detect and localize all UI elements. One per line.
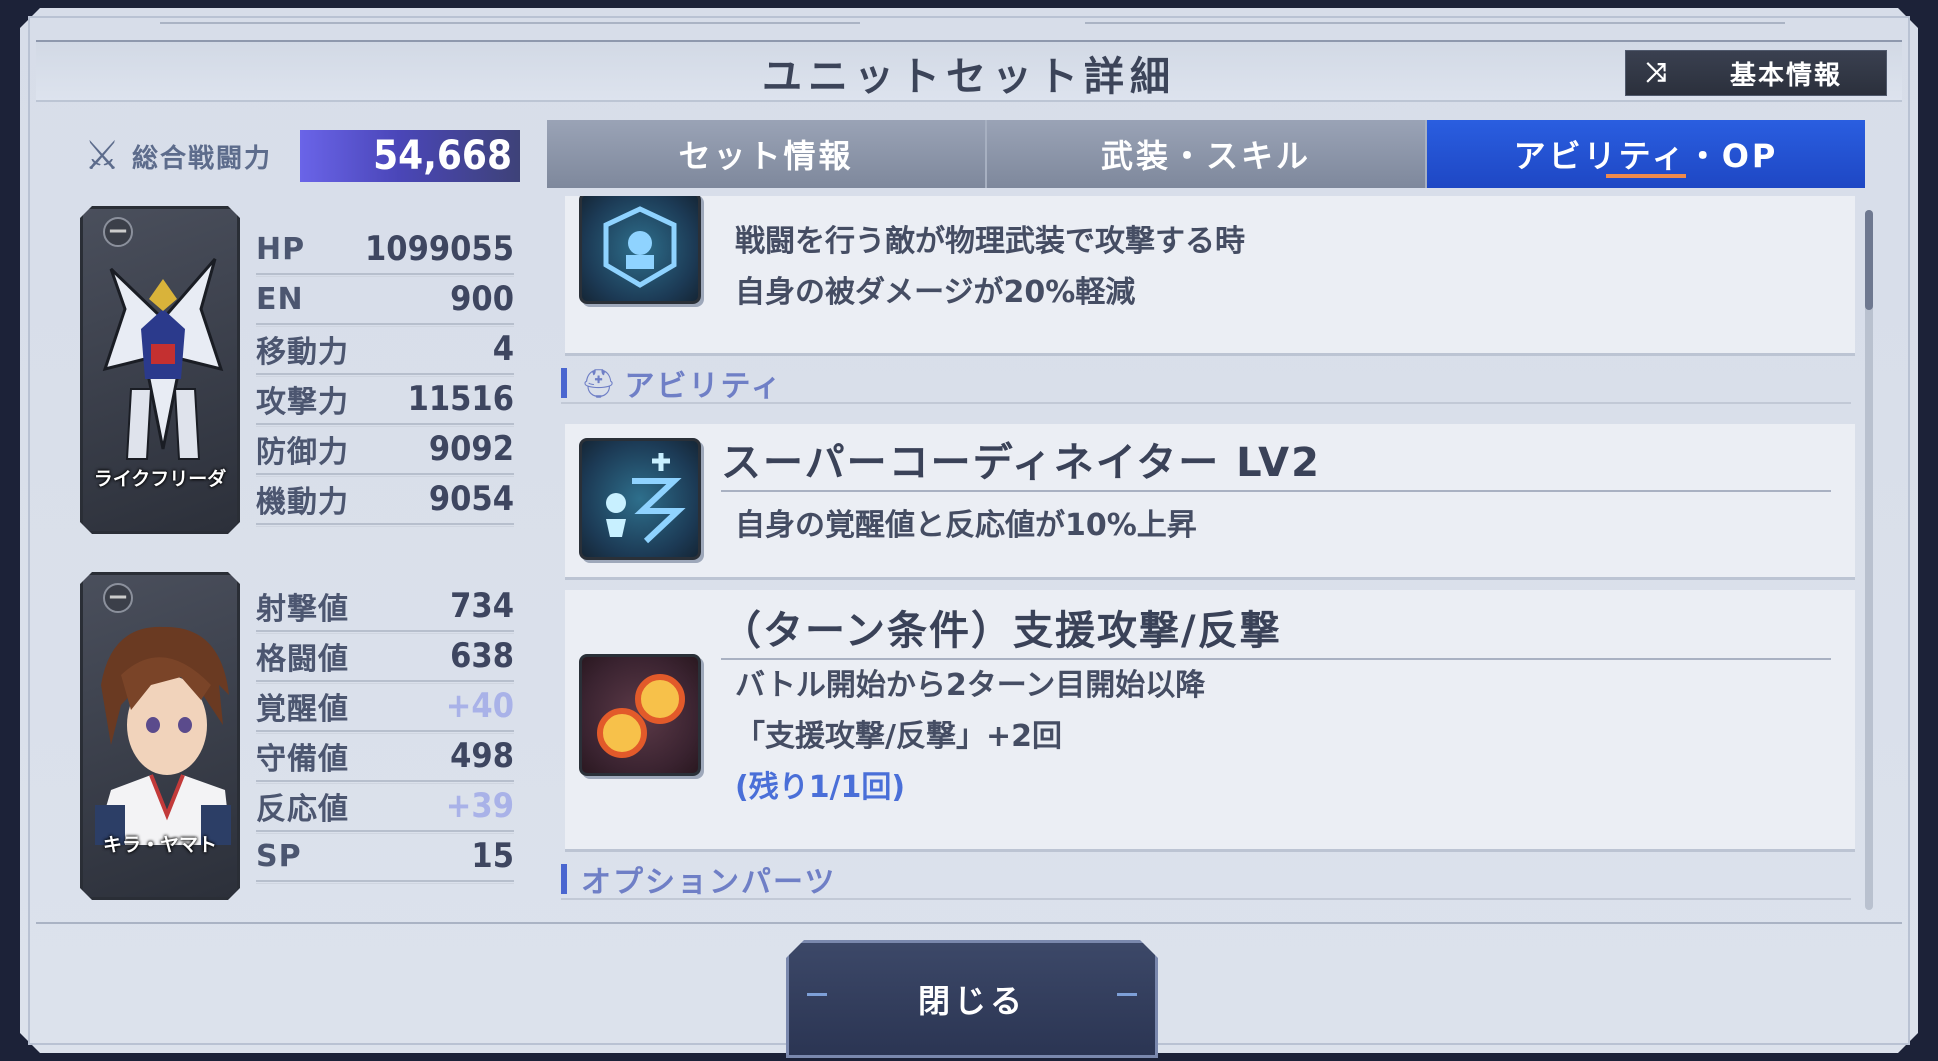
- tab-weapons-skills[interactable]: 武装・スキル: [987, 120, 1427, 188]
- stat-row: SP 15: [256, 832, 514, 884]
- basic-info-label: 基本情報: [1729, 60, 1842, 91]
- ability-section-header: ⛑ アビリティ: [561, 364, 1851, 404]
- ability-desc-line: バトル開始から2ターン目開始以降: [735, 668, 1206, 703]
- stat-label: 攻撃力: [256, 385, 349, 420]
- top-decor-line-left: [160, 22, 860, 24]
- total-power-value: 54,668: [300, 130, 520, 182]
- ability-item[interactable]: スーパーコーディネイター LV2 自身の覚醒値と反応値が10%上昇: [565, 424, 1855, 580]
- section-bar: [561, 864, 567, 894]
- tab-set-info[interactable]: セット情報: [547, 120, 987, 188]
- stat-label: 反応値: [256, 792, 349, 827]
- section-label: アビリティ: [624, 369, 783, 404]
- stat-row: HP 1099055: [256, 225, 514, 277]
- awakening-icon: [579, 438, 701, 560]
- stat-value-bonus: +39: [445, 786, 514, 826]
- detail-tabs: セット情報 武装・スキル アビリティ・OP: [547, 120, 1865, 188]
- stat-row: 攻撃力 11516: [256, 375, 514, 427]
- section-bar: [561, 368, 567, 398]
- stat-row: EN 900: [256, 275, 514, 327]
- ability-desc-block: バトル開始から2ターン目開始以降 「支援攻撃/反撃」+2回 (残り1/1回): [735, 660, 1205, 813]
- stat-label: 格闘値: [256, 642, 349, 677]
- shield-icon: [579, 196, 701, 304]
- ability-remaining-count: (残り1/1回): [735, 770, 906, 805]
- bottom-divider: [36, 922, 1902, 924]
- stat-value: 11516: [407, 379, 514, 419]
- scrollbar-thumb[interactable]: [1865, 210, 1873, 310]
- stat-label: 機動力: [256, 485, 349, 520]
- pilot-portrait-card[interactable]: − キラ・ヤマト: [80, 572, 240, 900]
- stat-value-bonus: +40: [445, 686, 514, 726]
- stat-row: 射撃値 734: [256, 582, 514, 634]
- top-decor-line-right: [1085, 22, 1785, 24]
- stat-value: 9092: [428, 429, 514, 469]
- remove-unit-icon[interactable]: −: [103, 217, 133, 247]
- pilot-stats-list: 射撃値 734 格闘値 638 覚醒値 +40 守備値 498 反応値 +39 SP 15: [256, 582, 514, 884]
- button-decor-left: [807, 993, 827, 996]
- option-parts-section-header: オプションパーツ: [561, 860, 1851, 900]
- pilot-name-caption: キラ・ヤマト: [102, 834, 217, 856]
- partial-item-text: 戦闘を行う敵が物理武装で攻撃する時 自身の被ダメージが20%軽減: [735, 216, 1245, 318]
- stat-value: 4: [492, 329, 514, 369]
- stat-row: 反応値 +39: [256, 782, 514, 834]
- total-power-row: ⚔ 総合戦闘力: [80, 130, 272, 182]
- stat-value: 1099055: [365, 229, 514, 269]
- ability-content-panel[interactable]: 戦闘を行う敵が物理武装で攻撃する時 自身の被ダメージが20%軽減 ⛑ アビリティ…: [547, 196, 1865, 916]
- item-desc-line: 戦闘を行う敵が物理武装で攻撃する時: [735, 224, 1245, 259]
- unit-mech-image: [91, 249, 229, 483]
- stat-label: 射撃値: [256, 592, 349, 627]
- list-item: 戦闘を行う敵が物理武装で攻撃する時 自身の被ダメージが20%軽減: [565, 196, 1855, 356]
- stat-row: 移動力 4: [256, 325, 514, 377]
- content-scrollbar[interactable]: [1865, 210, 1873, 910]
- stat-row: 守備値 498: [256, 732, 514, 784]
- stat-label: HP: [256, 231, 306, 267]
- shuffle-icon: ⤨: [1645, 57, 1667, 88]
- ability-title: （ターン条件）支援攻撃/反撃: [721, 598, 1831, 660]
- unit-name-caption: ライクフリーダ: [93, 468, 227, 490]
- helmet-icon: ⛑: [581, 366, 617, 400]
- item-desc-line: 自身の被ダメージが20%軽減: [735, 275, 1136, 310]
- ability-item[interactable]: （ターン条件）支援攻撃/反撃 バトル開始から2ターン目開始以降 「支援攻撃/反撃…: [565, 590, 1855, 852]
- total-power-label: 総合戦闘力: [132, 143, 273, 174]
- remove-pilot-icon[interactable]: −: [103, 583, 133, 613]
- unit-stats-list: HP 1099055 EN 900 移動力 4 攻撃力 11516 防御力 9092 機動…: [256, 225, 514, 527]
- basic-info-button[interactable]: ⤨ 基本情報: [1625, 50, 1887, 96]
- ability-desc-line: 「支援攻撃/反撃」+2回: [735, 719, 1062, 754]
- stat-label: 防御力: [256, 435, 349, 470]
- pilot-portrait-image: [91, 615, 231, 849]
- stat-value: 900: [450, 279, 514, 319]
- bullets-icon: [579, 654, 701, 776]
- stat-label: SP: [256, 838, 302, 874]
- crossed-swords-icon: ⚔: [84, 133, 120, 179]
- stat-value: 734: [450, 586, 514, 626]
- unit-portrait-card[interactable]: − ライクフリーダ: [80, 206, 240, 534]
- stat-label: 覚醒値: [256, 692, 349, 727]
- stat-row: 機動力 9054: [256, 475, 514, 527]
- stat-label: 守備値: [256, 742, 349, 777]
- stat-row: 格闘値 638: [256, 632, 514, 684]
- tab-abilities-op[interactable]: アビリティ・OP: [1427, 120, 1865, 188]
- button-decor-right: [1117, 993, 1137, 996]
- stat-row: 覚醒値 +40: [256, 682, 514, 734]
- ability-title: スーパーコーディネイター LV2: [721, 430, 1831, 492]
- stat-value: 9054: [428, 479, 514, 519]
- stat-value: 498: [450, 736, 514, 776]
- ability-desc: 自身の覚醒値と反応値が10%上昇: [735, 508, 1197, 543]
- stat-row: 防御力 9092: [256, 425, 514, 477]
- stat-label: 移動力: [256, 335, 349, 370]
- stat-label: EN: [256, 281, 304, 317]
- stat-value: 638: [450, 636, 514, 676]
- close-button-label: 閉じる: [917, 982, 1026, 1020]
- close-button[interactable]: 閉じる: [786, 940, 1158, 1058]
- section-label: オプションパーツ: [581, 865, 837, 900]
- stat-value: 15: [471, 836, 514, 876]
